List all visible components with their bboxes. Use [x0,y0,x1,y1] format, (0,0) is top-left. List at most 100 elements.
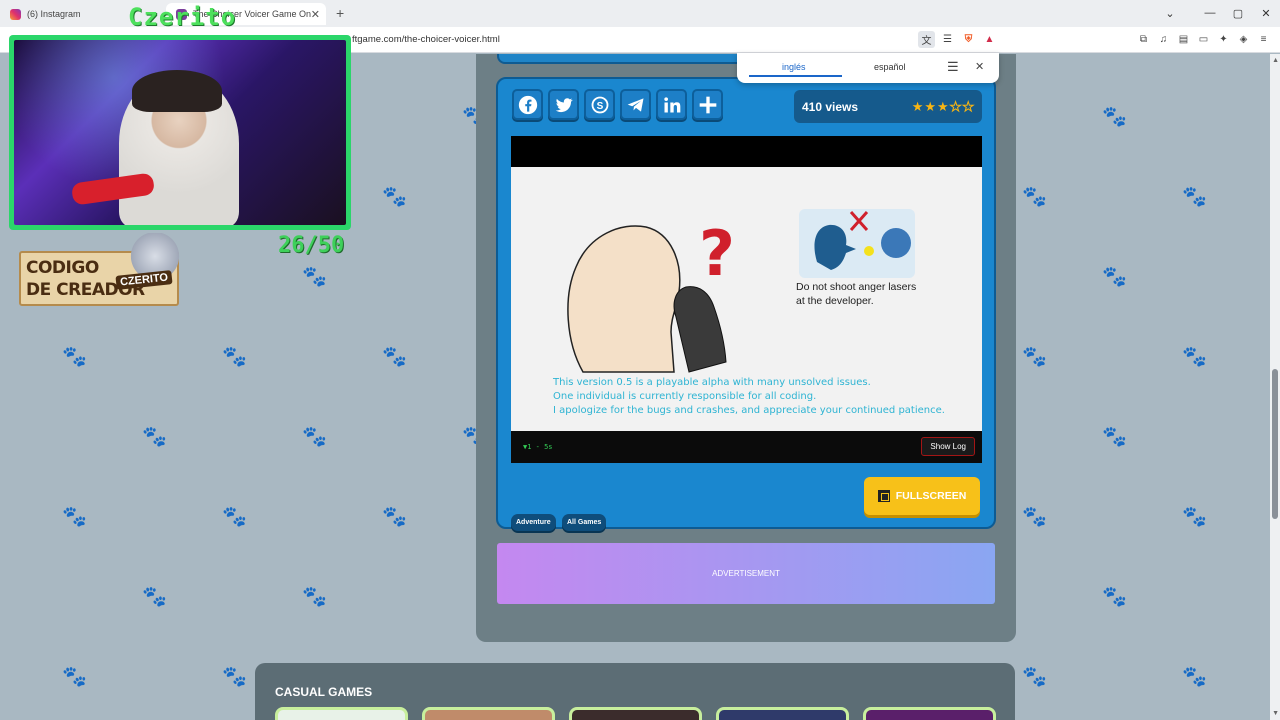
twitter-share-button[interactable] [548,89,579,120]
tag-adventure[interactable]: Adventure [511,514,556,531]
goal-counter: 26/50 [278,233,345,258]
game-column: S 410 views ★ ★ ★ ★ ★ ? Do not shoot ang… [476,54,1016,642]
paw-icon: 🐾 [1022,666,1047,688]
microphone-icon [673,286,727,373]
translate-close-icon[interactable]: ✕ [975,60,984,73]
url-field[interactable]: ftgame.com/the-choicer-voicer.html [352,34,500,45]
minimize-button[interactable]: — [1196,0,1224,26]
sidebar-icon[interactable]: ▤ [1175,31,1192,48]
extensions-icon[interactable]: ⧉ [1135,31,1152,48]
rewards-icon[interactable]: ▲ [981,31,998,48]
menu-icon[interactable]: ≡ [1255,31,1272,48]
scroll-up-icon[interactable]: ▲ [1272,57,1279,64]
paw-icon: 🐾 [382,506,407,528]
game-status-bar: ▼1 - 5s Show Log [511,431,982,463]
paw-icon: 🐾 [62,506,87,528]
wallet-icon[interactable]: ▭ [1195,31,1212,48]
developer-note-line: Do not shoot anger lasers [796,281,917,293]
selected-tab-underline [749,75,842,77]
share-buttons: S [512,89,723,120]
translate-icon[interactable]: 文 [918,31,935,48]
maximize-button[interactable]: ▢ [1224,0,1252,26]
reader-mode-icon[interactable]: ☰ [939,31,956,48]
skype-share-button[interactable]: S [584,89,615,120]
scrollbar-thumb[interactable] [1272,369,1278,519]
tab-list-icon[interactable]: ⌄ [1156,0,1184,26]
tag-all-games[interactable]: All Games [562,514,607,531]
paw-icon: 🐾 [1102,106,1127,128]
paw-icon: 🐾 [1022,506,1047,528]
star-rating[interactable]: ★ ★ ★ ★ ★ [912,98,975,115]
paw-icon: 🐾 [142,426,167,448]
facebook-share-button[interactable] [512,89,543,120]
paw-icon: 🐾 [1182,506,1207,528]
game-thumbnail[interactable] [863,707,996,720]
paw-icon: 🐾 [302,426,327,448]
star-icon[interactable]: ★ [924,99,936,115]
paw-icon: 🐾 [302,266,327,288]
views-count: 410 views [802,99,859,114]
vpn-icon[interactable]: ◈ [1235,31,1252,48]
translate-menu-icon[interactable]: ☰ [947,59,959,75]
webcam-overlay [9,35,351,230]
paw-icon: 🐾 [1022,186,1047,208]
developer-note: Do not shoot anger lasers at the develop… [796,280,916,308]
close-window-button[interactable]: ✕ [1252,0,1280,26]
laser-icon [864,246,874,256]
address-bar-icons: 文 ☰ ⛨ ▲ [918,31,998,48]
linkedin-share-button[interactable] [656,89,687,120]
paw-icon: 🐾 [1022,346,1047,368]
paw-icon: 🐾 [1102,266,1127,288]
advertisement[interactable]: ADVERTISEMENT [497,543,995,604]
paw-icon: 🐾 [222,666,247,688]
game-thumbnail[interactable] [422,707,555,720]
paw-icon: 🐾 [222,346,247,368]
game-card: S 410 views ★ ★ ★ ★ ★ ? Do not shoot ang… [496,77,996,531]
star-outline-icon[interactable]: ★ [962,98,975,115]
views-rating-box: 410 views ★ ★ ★ ★ ★ [794,90,982,123]
webcam-video [14,40,346,225]
star-outline-icon[interactable]: ★ [949,98,962,115]
plus-icon [699,96,716,113]
paw-icon: 🐾 [1182,186,1207,208]
paw-icon: 🐾 [222,506,247,528]
developer-note-line: at the developer. [796,295,874,307]
scroll-down-icon[interactable]: ▼ [1272,710,1279,717]
telegram-icon [627,97,643,112]
paw-icon: 🐾 [382,186,407,208]
twitter-icon [555,97,573,112]
page-scrollbar[interactable]: ▲ ▼ [1270,54,1280,720]
toolbar-icons: ⧉ ♫ ▤ ▭ ✦ ◈ ≡ [1135,31,1272,48]
star-icon[interactable]: ★ [912,99,924,115]
paw-icon: 🐾 [142,586,167,608]
target-language-tab[interactable]: español [874,62,906,72]
star-icon[interactable]: ★ [937,99,949,115]
paw-icon: 🐾 [1102,426,1127,448]
game-thumbnail[interactable] [716,707,849,720]
question-mark-icon: ? [699,217,735,290]
paw-icon: 🐾 [302,586,327,608]
brave-shields-icon[interactable]: ⛨ [960,31,977,48]
paw-icon: 🐾 [1182,346,1207,368]
show-log-button[interactable]: Show Log [921,437,975,456]
window-controls: ⌄ — ▢ ✕ [1156,0,1280,26]
fullscreen-button[interactable]: FULLSCREEN [864,477,980,515]
game-frame[interactable]: ? Do not shoot anger lasers at the devel… [511,136,982,463]
telegram-share-button[interactable] [620,89,651,120]
paw-icon: 🐾 [382,346,407,368]
more-share-button[interactable] [692,89,723,120]
game-screen[interactable]: ? Do not shoot anger lasers at the devel… [511,167,982,431]
source-language-tab[interactable]: inglés [782,62,806,72]
media-icon[interactable]: ♫ [1155,31,1172,48]
close-tab-icon[interactable]: ✕ [311,8,320,21]
leo-ai-icon[interactable]: ✦ [1215,31,1232,48]
alpha-message-line: I apologize for the bugs and crashes, an… [553,405,945,416]
new-tab-button[interactable]: + [336,5,344,21]
alpha-message-line: This version 0.5 is a playable alpha wit… [553,377,871,388]
game-thumbnail[interactable] [569,707,702,720]
fullscreen-label: FULLSCREEN [895,490,967,502]
translate-popup: inglés español ☰ ✕ [737,53,999,83]
svg-text:S: S [596,100,603,111]
fullscreen-icon [877,490,890,502]
game-thumbnail[interactable] [275,707,408,720]
